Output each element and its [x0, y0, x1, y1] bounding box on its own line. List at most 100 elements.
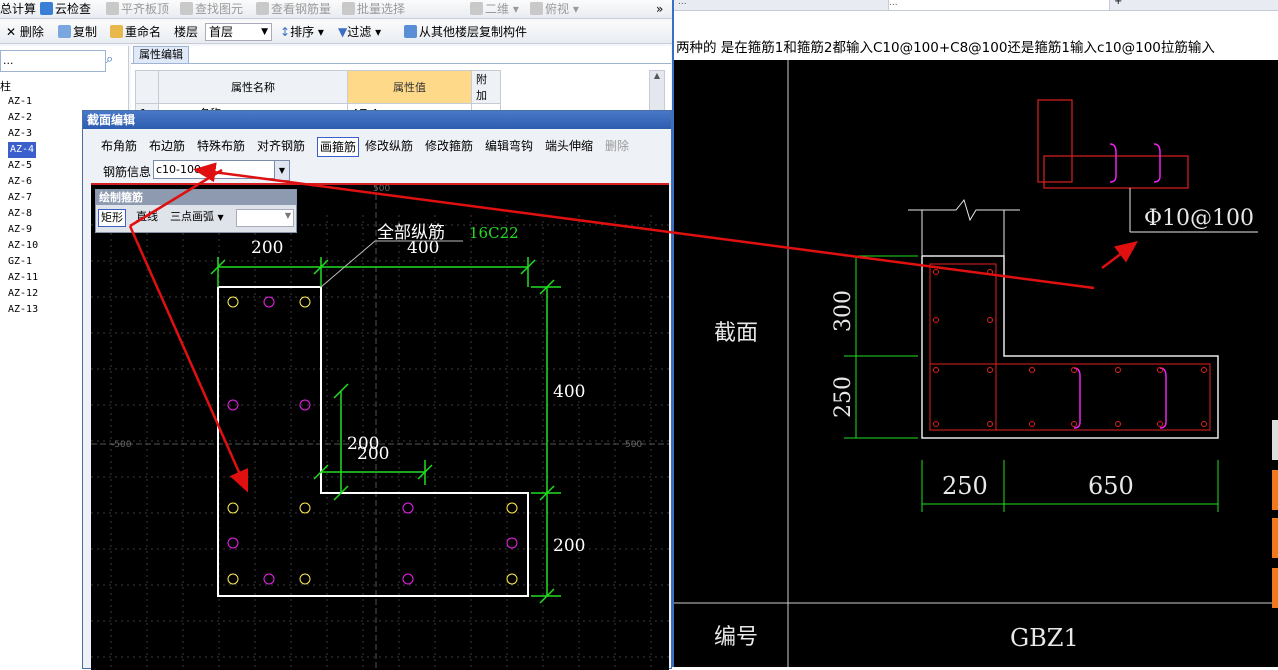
chevron-down-icon: ▼ — [261, 27, 268, 37]
copy-button[interactable]: 复制 — [58, 23, 97, 41]
header-property-name: 属性名称 — [158, 70, 348, 104]
dim-text-400-right: 400 — [553, 382, 585, 402]
rebar-corner — [227, 502, 239, 514]
tree-item[interactable]: GZ-1 — [8, 254, 32, 270]
tree-item[interactable]: AZ-13 — [8, 302, 38, 318]
place-edge-rebar-button[interactable]: 布边筋 — [149, 137, 185, 155]
find-element-button[interactable]: 查找图元 — [180, 0, 243, 18]
section-editor-title: 截面编辑 — [83, 111, 671, 129]
arc-option-select[interactable]: ▼ — [236, 209, 294, 227]
filter-dropdown[interactable]: ▼过滤 ▾ — [338, 23, 381, 41]
cad-dim-650: 650 — [1088, 472, 1134, 500]
chevron-down-icon: ▼ — [217, 213, 224, 222]
tab-property-edit[interactable]: 属性编辑 — [133, 46, 189, 63]
toolbar-overflow-icon[interactable]: » — [656, 0, 663, 18]
edit-longitudinal-button[interactable]: 修改纵筋 — [365, 137, 413, 155]
tree-item[interactable]: AZ-5 — [8, 158, 32, 174]
batch-select-button[interactable]: 批量选择 — [342, 0, 405, 18]
tree-item[interactable]: AZ-12 — [8, 286, 38, 302]
view-2d-dropdown[interactable]: 二维 ▾ — [470, 0, 519, 18]
calc-button[interactable]: 总计算 — [0, 0, 36, 18]
place-corner-rebar-button[interactable]: 布角筋 — [101, 137, 137, 155]
cad-image: 截面 编号 GBZ1 Φ10@100 300 250 250 650 — [674, 60, 1278, 667]
rebar-corner — [506, 573, 518, 585]
property-header-row: 属性名称 属性值 附加 — [135, 70, 641, 104]
top-view-dropdown[interactable]: 俯视 ▾ — [530, 0, 579, 18]
sort-icon: ↕ — [280, 25, 291, 39]
draw-stirrup-button[interactable]: 画箍筋 — [317, 137, 360, 157]
tree-item[interactable]: AZ-7 — [8, 190, 32, 206]
rebar-edge — [227, 537, 239, 549]
rebar-corner — [227, 573, 239, 585]
tree-item[interactable]: AZ-3 — [8, 126, 32, 142]
tree-item[interactable]: AZ-9 — [8, 222, 32, 238]
rectangle-button[interactable]: 矩形 — [98, 209, 126, 227]
search-icon[interactable]: ⌕ — [106, 52, 122, 68]
cad-drawing: 截面 编号 GBZ1 Φ10@100 300 250 250 650 — [674, 60, 1278, 667]
special-rebar-button[interactable]: 特殊布筋 — [197, 137, 245, 155]
side-scroll-button[interactable] — [1272, 420, 1278, 460]
side-orange-tab-2[interactable] — [1272, 518, 1278, 558]
cad-section-outline — [921, 255, 1219, 439]
edit-hook-button[interactable]: 编辑弯钩 — [485, 137, 533, 155]
side-orange-tab-3[interactable] — [1272, 568, 1278, 608]
view-rebar-button[interactable]: 查看钢筋量 — [256, 0, 331, 18]
tab-divider — [131, 63, 671, 64]
tree-item[interactable]: AZ-11 — [8, 270, 38, 286]
section-canvas[interactable]: 500 -500 500 200 400 400 200 200 200 全部纵… — [91, 183, 669, 670]
header-spacer — [501, 71, 641, 104]
grid-lines — [91, 215, 669, 670]
delete-button[interactable]: ✕ 删除 — [6, 23, 44, 41]
browser-tab-1[interactable]: ... — [678, 0, 878, 9]
axis-label-right: 500 — [625, 440, 642, 450]
copy-floor-icon — [404, 25, 417, 38]
align-slab-top-button[interactable]: 平齐板顶 — [106, 0, 169, 18]
axis-label-left: -500 — [111, 440, 132, 450]
floor-select[interactable]: 首层 ▼ — [205, 23, 272, 41]
three-point-arc-dropdown[interactable]: 三点画弧 ▼ — [170, 209, 224, 225]
rebar-corner — [299, 573, 311, 585]
rebar-edge — [263, 296, 275, 308]
cad-label-number: 编号 — [714, 625, 758, 650]
tree-root[interactable]: 柱 — [0, 78, 11, 94]
delete-rebar-button[interactable]: 删除 — [605, 137, 629, 155]
section-drawing: 500 -500 500 200 400 400 200 200 200 全部纵… — [91, 185, 669, 670]
rebar-info-input[interactable]: c10-100 — [153, 160, 277, 179]
section-editor-toolbar: 布角筋 布边筋 特殊布筋 对齐钢筋 画箍筋 修改纵筋 修改箍筋 编辑弯钩 端头伸缩 删除 — [83, 137, 671, 157]
align-rebar-button[interactable]: 对齐钢筋 — [257, 137, 305, 155]
dim-text-200-right: 200 — [553, 536, 585, 556]
question-text: 两种的 是在箍筋1和箍筋2都输入C10@100+C8@100还是箍筋1输入c10… — [676, 40, 1215, 56]
cad-ties — [1073, 367, 1167, 429]
line-button[interactable]: 直线 — [136, 209, 158, 225]
dim-text-200-inner-h: 200 — [357, 444, 389, 464]
copy-from-floor-button[interactable]: 从其他楼层复制构件 — [404, 23, 527, 41]
tree-item[interactable]: AZ-10 — [8, 238, 38, 254]
copy-icon — [58, 25, 71, 38]
row-number-header — [135, 70, 159, 104]
rebar-info-dropdown-icon[interactable]: ▼ — [274, 160, 290, 181]
stirrup-label: Φ10@100 — [1144, 206, 1254, 231]
header-extra: 附加 — [471, 70, 501, 104]
tree-item[interactable]: AZ-2 — [8, 110, 32, 126]
filter-icon: ▼ — [338, 25, 348, 39]
rebar-corner — [299, 296, 311, 308]
scroll-up-icon[interactable]: ▲ — [650, 71, 664, 80]
tree-item[interactable]: AZ-4 — [8, 142, 37, 158]
cloud-check-button[interactable]: 云检查 — [40, 0, 91, 18]
cad-component-name: GBZ1 — [1010, 624, 1079, 652]
browser-tab-2[interactable]: ... — [888, 0, 1110, 10]
tree-item[interactable]: AZ-8 — [8, 206, 32, 222]
dimension-lines — [210, 257, 561, 604]
edit-stirrup-button[interactable]: 修改箍筋 — [425, 137, 473, 155]
side-orange-tab-1[interactable] — [1272, 470, 1278, 510]
tree-item[interactable]: AZ-6 — [8, 174, 32, 190]
break-line — [908, 198, 1020, 222]
search-field[interactable]: ... — [0, 50, 106, 72]
batch-select-icon — [342, 2, 355, 15]
browser-window: ... ... + 两种的 是在箍筋1和箍筋2都输入C10@100+C8@100… — [672, 0, 1278, 667]
new-tab-icon[interactable]: + — [1114, 0, 1122, 7]
sort-dropdown[interactable]: ↕排序 ▾ — [280, 23, 324, 41]
end-extend-button[interactable]: 端头伸缩 — [545, 137, 593, 155]
rename-button[interactable]: 重命名 — [110, 23, 161, 41]
tree-item[interactable]: AZ-1 — [8, 94, 32, 110]
